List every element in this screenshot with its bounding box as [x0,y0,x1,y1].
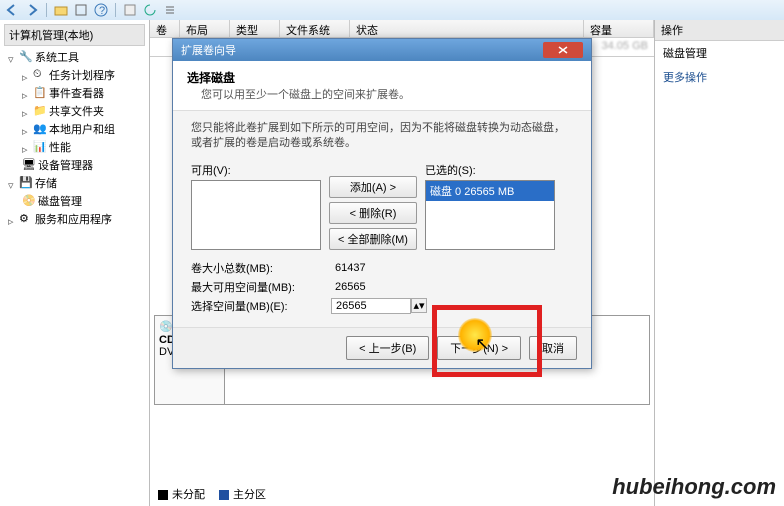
extend-volume-wizard: 扩展卷向导 选择磁盘 您可以用至少一个磁盘上的空间来扩展卷。 您只能将此卷扩展到… [172,38,592,369]
dialog-note: 您只能将此卷扩展到如下所示的可用空间，因为不能将磁盘转换为动态磁盘，或者扩展的卷… [191,121,573,152]
tree-eventviewer[interactable]: ▹📋事件查看器 [4,84,145,102]
col-type[interactable]: 类型 [230,20,280,37]
actions-more[interactable]: 更多操作 [655,65,784,89]
watermark: hubeihong.com [612,474,776,500]
tree-pane: 计算机管理(本地) ▿🔧系统工具 ▹⏲任务计划程序 ▹📋事件查看器 ▹📁共享文件… [0,20,150,506]
cancel-button[interactable]: 取消 [529,336,577,360]
cdrom-icon: 💿 [159,320,173,334]
back-icon[interactable] [4,2,20,18]
help-icon[interactable]: ? [93,2,109,18]
legend: 未分配 主分区 [158,486,266,502]
maxavail-label: 最大可用空间量(MB): [191,279,331,295]
col-status[interactable]: 状态 [350,20,584,37]
forward-icon[interactable] [24,2,40,18]
storage-icon: 💾 [19,176,33,190]
perf-icon: 📊 [33,140,47,154]
available-listbox[interactable] [191,180,321,250]
dialog-titlebar[interactable]: 扩展卷向导 [173,39,591,61]
tree-tasksched[interactable]: ▹⏲任务计划程序 [4,66,145,84]
props-icon[interactable] [122,2,138,18]
spinner-icon[interactable]: ▴▾ [411,298,427,313]
toolbar: ? [0,0,784,20]
tree-shared[interactable]: ▹📁共享文件夹 [4,102,145,120]
view-icon[interactable] [73,2,89,18]
cursor-glow [458,318,492,352]
dialog-heading: 选择磁盘 [187,69,577,86]
selected-listbox[interactable]: 磁盘 0 26565 MB [425,180,555,250]
selspace-label: 选择空间量(MB)(E): [191,298,331,314]
legend-primary-swatch [219,490,229,500]
maxavail-value: 26565 [331,280,411,294]
tree-devmgr[interactable]: 🖥设备管理器 [4,156,145,174]
gear-icon: ⚙ [19,212,33,226]
available-label: 可用(V): [191,162,321,178]
event-icon: 📋 [33,86,47,100]
col-layout[interactable]: 布局 [180,20,230,37]
col-vol[interactable]: 卷 [150,20,180,37]
dialog-body: 您只能将此卷扩展到如下所示的可用空间，因为不能将磁盘转换为动态磁盘，或者扩展的卷… [173,111,591,327]
total-label: 卷大小总数(MB): [191,260,331,276]
selected-disk-item[interactable]: 磁盘 0 26565 MB [426,181,554,201]
folder-icon[interactable] [53,2,69,18]
actions-header: 操作 [655,20,784,41]
legend-unalloc-swatch [158,490,168,500]
actions-pane: 操作 磁盘管理 更多操作 [654,20,784,506]
tools-icon: 🔧 [19,50,33,64]
add-button[interactable]: 添加(A) > [329,176,417,198]
actions-section: 磁盘管理 [655,41,784,65]
list-icon[interactable] [162,2,178,18]
selected-label: 已选的(S): [425,162,555,178]
volume-columns: 卷 布局 类型 文件系统 状态 容量 [150,20,654,38]
users-icon: 👥 [33,122,47,136]
remove-button[interactable]: < 删除(R) [329,202,417,224]
tree-perf[interactable]: ▹📊性能 [4,138,145,156]
dialog-title: 扩展卷向导 [181,42,236,58]
total-value: 61437 [331,261,411,275]
tree-storage[interactable]: ▿💾存储 [4,174,145,192]
tree-systools[interactable]: ▿🔧系统工具 [4,48,145,66]
close-button[interactable] [543,42,583,58]
tree-services[interactable]: ▹⚙服务和应用程序 [4,210,145,228]
removeall-button[interactable]: < 全部删除(M) [329,228,417,250]
dialog-header: 选择磁盘 您可以用至少一个磁盘上的空间来扩展卷。 [173,61,591,111]
dialog-subheading: 您可以用至少一个磁盘上的空间来扩展卷。 [201,86,577,102]
device-icon: 🖥 [22,158,36,172]
refresh-icon[interactable] [142,2,158,18]
col-fs[interactable]: 文件系统 [280,20,350,37]
share-icon: 📁 [33,104,47,118]
svg-text:?: ? [99,5,105,17]
tree-diskmgmt[interactable]: 📀磁盘管理 [4,192,145,210]
selspace-input[interactable]: 26565 [331,298,411,314]
disk-icon: 📀 [22,194,36,208]
tree-users[interactable]: ▹👥本地用户和组 [4,120,145,138]
col-cap[interactable]: 容量 [584,20,654,37]
back-button[interactable]: < 上一步(B) [346,336,429,360]
clock-icon: ⏲ [33,68,47,82]
tree-root[interactable]: 计算机管理(本地) [4,24,145,46]
